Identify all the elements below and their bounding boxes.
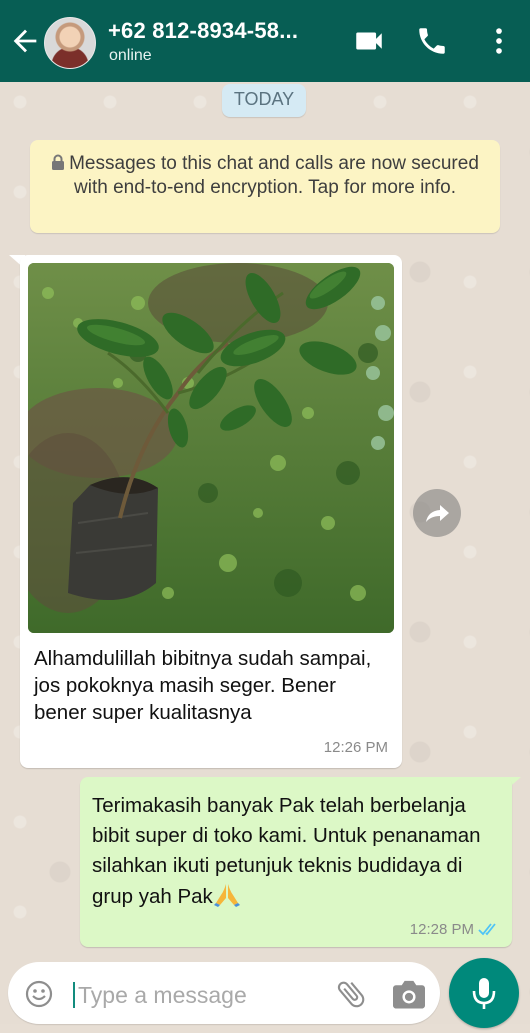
outgoing-message[interactable]: Terimakasih banyak Pak telah berbelanja … bbox=[80, 777, 512, 947]
back-arrow-icon bbox=[13, 29, 37, 53]
incoming-message-time: 12:26 PM bbox=[323, 739, 388, 756]
date-chip: TODAY bbox=[222, 84, 306, 117]
outgoing-message-text: Terimakasih banyak Pak telah berbelanja … bbox=[92, 794, 481, 908]
plant-photo-image bbox=[28, 263, 394, 633]
attach-icon bbox=[337, 981, 365, 1008]
double-check-icon bbox=[478, 923, 496, 936]
outgoing-message-meta: 12:28 PM bbox=[410, 921, 500, 938]
avatar[interactable] bbox=[44, 17, 96, 69]
message-input[interactable] bbox=[76, 976, 320, 1014]
encryption-notice[interactable]: Messages to this chat and calls are now … bbox=[30, 140, 500, 233]
more-vert-icon bbox=[496, 28, 502, 54]
incoming-message-text: Alhamdulillah bibitnya sudah sampai, jos… bbox=[34, 647, 372, 724]
forward-icon bbox=[426, 505, 449, 522]
incoming-message[interactable]: Alhamdulillah bibitnya sudah sampai, jos… bbox=[20, 255, 402, 768]
encryption-notice-text: Messages to this chat and calls are now … bbox=[69, 153, 479, 198]
plant-photo[interactable] bbox=[28, 263, 394, 633]
video-call-button[interactable] bbox=[352, 24, 386, 58]
contact-name[interactable]: +62 812-8934-58... bbox=[108, 18, 298, 44]
emoji-icon bbox=[25, 980, 53, 1008]
folded-hands-emoji bbox=[213, 884, 240, 907]
video-call-icon bbox=[356, 32, 382, 50]
message-composer bbox=[8, 962, 440, 1024]
outgoing-message-body: Terimakasih banyak Pak telah berbelanja … bbox=[92, 791, 492, 912]
back-button[interactable] bbox=[8, 24, 42, 58]
phone-icon bbox=[419, 28, 445, 54]
camera-icon bbox=[393, 980, 425, 1009]
forward-button[interactable] bbox=[413, 489, 461, 537]
chat-header: +62 812-8934-58... online bbox=[0, 0, 530, 82]
voice-message-button[interactable] bbox=[449, 958, 519, 1028]
voice-call-button[interactable] bbox=[415, 24, 449, 58]
mic-icon bbox=[472, 978, 496, 1009]
text-cursor bbox=[73, 982, 75, 1008]
emoji-button[interactable] bbox=[24, 979, 54, 1009]
camera-button[interactable] bbox=[391, 978, 427, 1010]
more-options-button[interactable] bbox=[482, 24, 516, 58]
attach-button[interactable] bbox=[334, 977, 368, 1011]
lock-icon bbox=[52, 154, 65, 170]
contact-status: online bbox=[109, 47, 152, 64]
outgoing-message-time: 12:28 PM bbox=[409, 921, 474, 938]
